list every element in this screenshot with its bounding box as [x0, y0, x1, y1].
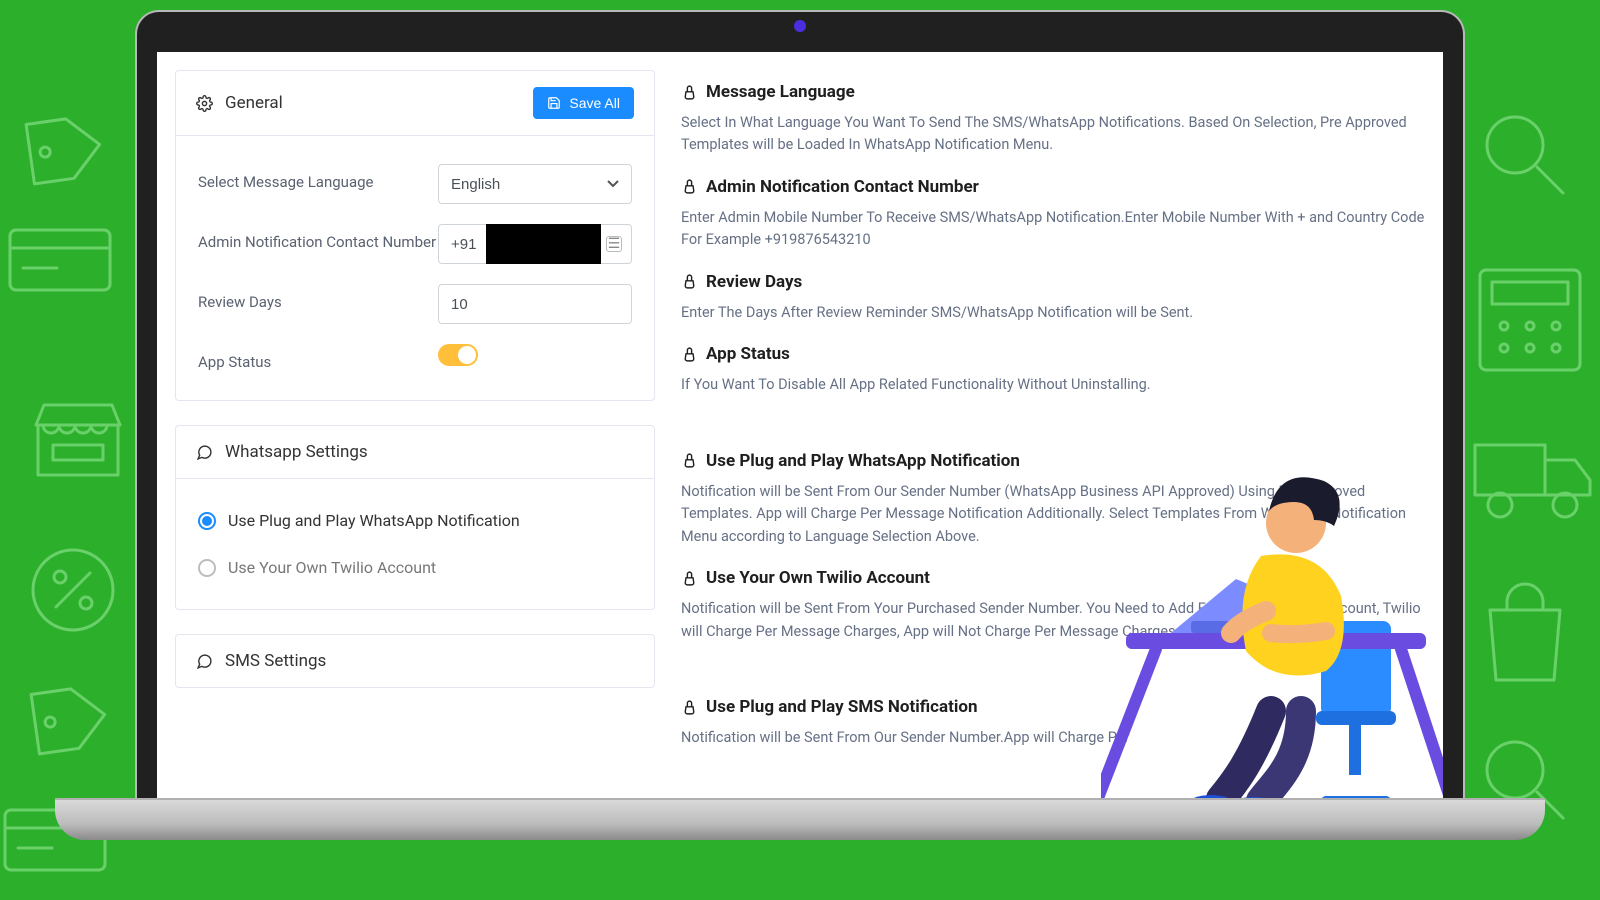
sms-title: SMS Settings — [225, 651, 326, 671]
redaction-mask — [486, 224, 601, 264]
pointer-icon — [681, 452, 698, 469]
help-p1: Select In What Language You Want To Send… — [681, 112, 1425, 157]
bg-truck-icon — [1470, 420, 1600, 530]
help-p3: Enter The Days After Review Reminder SMS… — [681, 302, 1425, 324]
review-days-input[interactable] — [438, 284, 632, 324]
whatsapp-opt2-label: Use Your Own Twilio Account — [228, 558, 436, 577]
help-p5: Notification will be Sent From Our Sende… — [681, 481, 1425, 548]
chat-icon — [196, 653, 213, 670]
general-card: General Save All Select Message Language — [175, 70, 655, 401]
save-label: Save All — [569, 95, 620, 111]
admin-number-label: Admin Notification Contact Number — [198, 224, 438, 252]
help-p6: Notification will be Sent From Your Purc… — [681, 598, 1425, 643]
review-days-label: Review Days — [198, 284, 438, 312]
help-p2: Enter Admin Mobile Number To Receive SMS… — [681, 207, 1425, 252]
save-all-button[interactable]: Save All — [533, 87, 634, 119]
whatsapp-opt-plugplay[interactable]: Use Plug and Play WhatsApp Notification — [198, 497, 632, 544]
general-title: General — [225, 93, 283, 113]
radio-checked-icon — [198, 512, 216, 530]
pointer-icon — [681, 178, 698, 195]
help-h1: Message Language — [706, 82, 855, 102]
bg-tag-icon — [5, 103, 115, 196]
bg-bag-icon — [1475, 580, 1575, 690]
pointer-icon — [681, 346, 698, 363]
save-icon — [547, 96, 561, 110]
whatsapp-opt-twilio[interactable]: Use Your Own Twilio Account — [198, 544, 632, 591]
webcam-icon — [794, 20, 806, 32]
help-h6: Use Your Own Twilio Account — [706, 568, 930, 588]
help-panel: Message Language Select In What Language… — [681, 70, 1425, 798]
whatsapp-title: Whatsapp Settings — [225, 442, 368, 462]
pointer-icon — [681, 570, 698, 587]
bg-search-icon — [1475, 105, 1575, 205]
laptop-frame: General Save All Select Message Language — [135, 10, 1465, 840]
whatsapp-opt1-label: Use Plug and Play WhatsApp Notification — [228, 511, 520, 530]
help-h7: Use Plug and Play SMS Notification — [706, 697, 977, 717]
radio-unchecked-icon — [198, 559, 216, 577]
whatsapp-settings-card: Whatsapp Settings Use Plug and Play What… — [175, 425, 655, 610]
bg-store-icon — [28, 385, 128, 485]
bg-percent-icon — [28, 545, 118, 635]
help-p7: Notification will be Sent From Our Sende… — [681, 727, 1425, 749]
laptop-base — [55, 798, 1545, 840]
sms-settings-card: SMS Settings — [175, 634, 655, 688]
pointer-icon — [681, 273, 698, 290]
app-status-toggle[interactable] — [438, 344, 478, 366]
app-status-label: App Status — [198, 344, 438, 372]
contacts-icon[interactable]: ☰ — [606, 236, 622, 252]
help-h4: App Status — [706, 344, 790, 364]
help-p4: If You Want To Disable All App Related F… — [681, 374, 1425, 396]
bg-card-icon — [5, 220, 115, 300]
language-label: Select Message Language — [198, 164, 438, 192]
pointer-icon — [681, 84, 698, 101]
app-screen: General Save All Select Message Language — [157, 52, 1443, 798]
help-h2: Admin Notification Contact Number — [706, 177, 979, 197]
pointer-icon — [681, 699, 698, 716]
language-select[interactable]: English — [438, 164, 632, 204]
gear-icon — [196, 95, 213, 112]
help-h3: Review Days — [706, 272, 802, 292]
bg-tag-icon-2 — [10, 673, 120, 766]
bg-calc-icon — [1470, 260, 1590, 380]
help-h5: Use Plug and Play WhatsApp Notification — [706, 451, 1020, 471]
whatsapp-icon — [196, 444, 213, 461]
